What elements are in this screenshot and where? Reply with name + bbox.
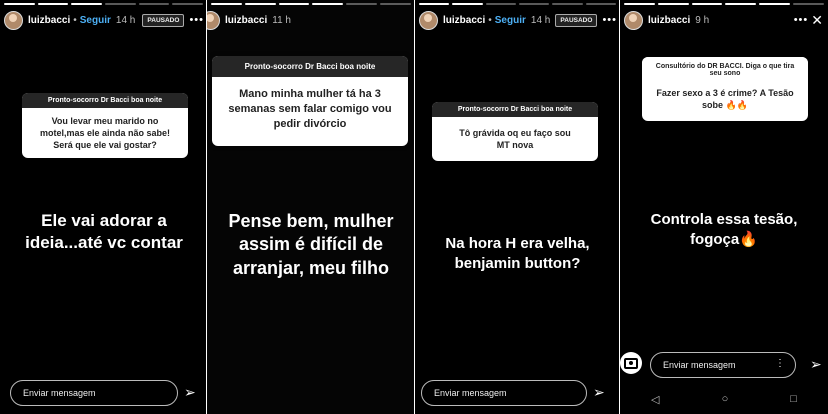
- send-icon[interactable]: ➢: [184, 384, 196, 401]
- paused-badge: PAUSADO: [142, 13, 185, 27]
- answer-text: Na hora H era velha, benjamin button?: [445, 235, 590, 272]
- more-options-icon[interactable]: •••: [794, 14, 809, 26]
- story-header: luizbacci • Seguir 14 h PAUSADO •••: [0, 8, 207, 32]
- story-header: luizbacci • Seguir 14 h PAUSADO •••: [415, 8, 620, 32]
- question-sticker: Consultório do DR BACCI. Diga o que tira…: [642, 57, 808, 122]
- more-vertical-icon[interactable]: ⋮: [775, 358, 785, 369]
- username[interactable]: luizbacci: [443, 15, 485, 26]
- follow-button[interactable]: Seguir: [80, 15, 111, 26]
- answer-text: Ele vai adorar a ideia...até vc contar: [25, 211, 183, 253]
- story-panel-4: luizbacci 9 h ••• ✕ Consultório do DR BA…: [620, 0, 828, 414]
- post-time: 14 h: [115, 14, 136, 26]
- question-sticker: Pronto-socorro Dr Bacci boa noite Tô grá…: [432, 102, 598, 162]
- progress-bars: [4, 3, 204, 5]
- more-options-icon[interactable]: •••: [189, 14, 204, 26]
- username[interactable]: luizbacci: [648, 15, 690, 26]
- back-icon[interactable]: ◁: [651, 393, 659, 406]
- avatar[interactable]: [419, 10, 438, 30]
- follow-button[interactable]: Seguir: [495, 15, 526, 26]
- post-time: 9 h: [695, 14, 710, 26]
- avatar[interactable]: [4, 10, 23, 30]
- post-time: 11 h: [272, 14, 291, 26]
- progress-bars: [624, 3, 824, 5]
- separator-dot: •: [73, 14, 77, 26]
- story-panel-2: luizbacci 11 h Pronto-socorro Dr Bacci b…: [207, 0, 415, 414]
- question-title: Pronto-socorro Dr Bacci boa noite: [212, 56, 408, 77]
- more-options-icon[interactable]: •••: [602, 14, 617, 26]
- answer-text: Controla essa tesão, fogoça🔥: [650, 211, 798, 248]
- close-icon[interactable]: ✕: [811, 12, 823, 29]
- question-sticker: Pronto-socorro Dr Bacci boa noite Vou le…: [22, 93, 188, 159]
- question-text: Tô grávida oq eu faço sou MT nova: [459, 128, 571, 151]
- story-header: luizbacci 11 h: [207, 8, 415, 32]
- answer-text: Pense bem, mulher assim é difícil de arr…: [228, 211, 394, 278]
- story-panel-3: luizbacci • Seguir 14 h PAUSADO ••• Pron…: [415, 0, 620, 414]
- question-title: Consultório do DR BACCI. Diga o que tira…: [642, 57, 808, 79]
- separator-dot: •: [488, 14, 492, 26]
- story-panel-1: luizbacci • Seguir 14 h PAUSADO ••• Pron…: [0, 0, 207, 414]
- question-text: Mano minha mulher tá ha 3 semanas sem fa…: [228, 88, 392, 130]
- send-icon[interactable]: ➢: [810, 356, 822, 373]
- question-sticker: Pronto-socorro Dr Bacci boa noite Mano m…: [212, 56, 408, 146]
- username[interactable]: luizbacci: [225, 15, 267, 26]
- question-text: Vou levar meu marido no motel,mas ele ai…: [39, 116, 171, 151]
- post-time: 14 h: [530, 14, 551, 26]
- message-input[interactable]: Enviar mensagem: [10, 380, 178, 406]
- recents-icon[interactable]: □: [790, 393, 797, 405]
- progress-bars: [419, 3, 616, 5]
- home-icon[interactable]: ○: [722, 393, 729, 405]
- question-title: Pronto-socorro Dr Bacci boa noite: [432, 102, 598, 117]
- story-header: luizbacci 9 h ••• ✕: [620, 8, 828, 32]
- message-input[interactable]: Enviar mensagem: [421, 380, 587, 406]
- progress-bars: [211, 3, 411, 5]
- question-text: Fazer sexo a 3 é crime? A Tesão sobe 🔥🔥: [656, 88, 794, 111]
- send-icon[interactable]: ➢: [593, 384, 605, 401]
- username[interactable]: luizbacci: [28, 15, 70, 26]
- system-nav-bar: ◁ ○ □: [620, 384, 828, 414]
- camera-icon[interactable]: [620, 352, 642, 374]
- avatar[interactable]: [207, 10, 220, 30]
- paused-badge: PAUSADO: [555, 13, 598, 27]
- avatar[interactable]: [624, 10, 643, 30]
- question-title: Pronto-socorro Dr Bacci boa noite: [22, 93, 188, 108]
